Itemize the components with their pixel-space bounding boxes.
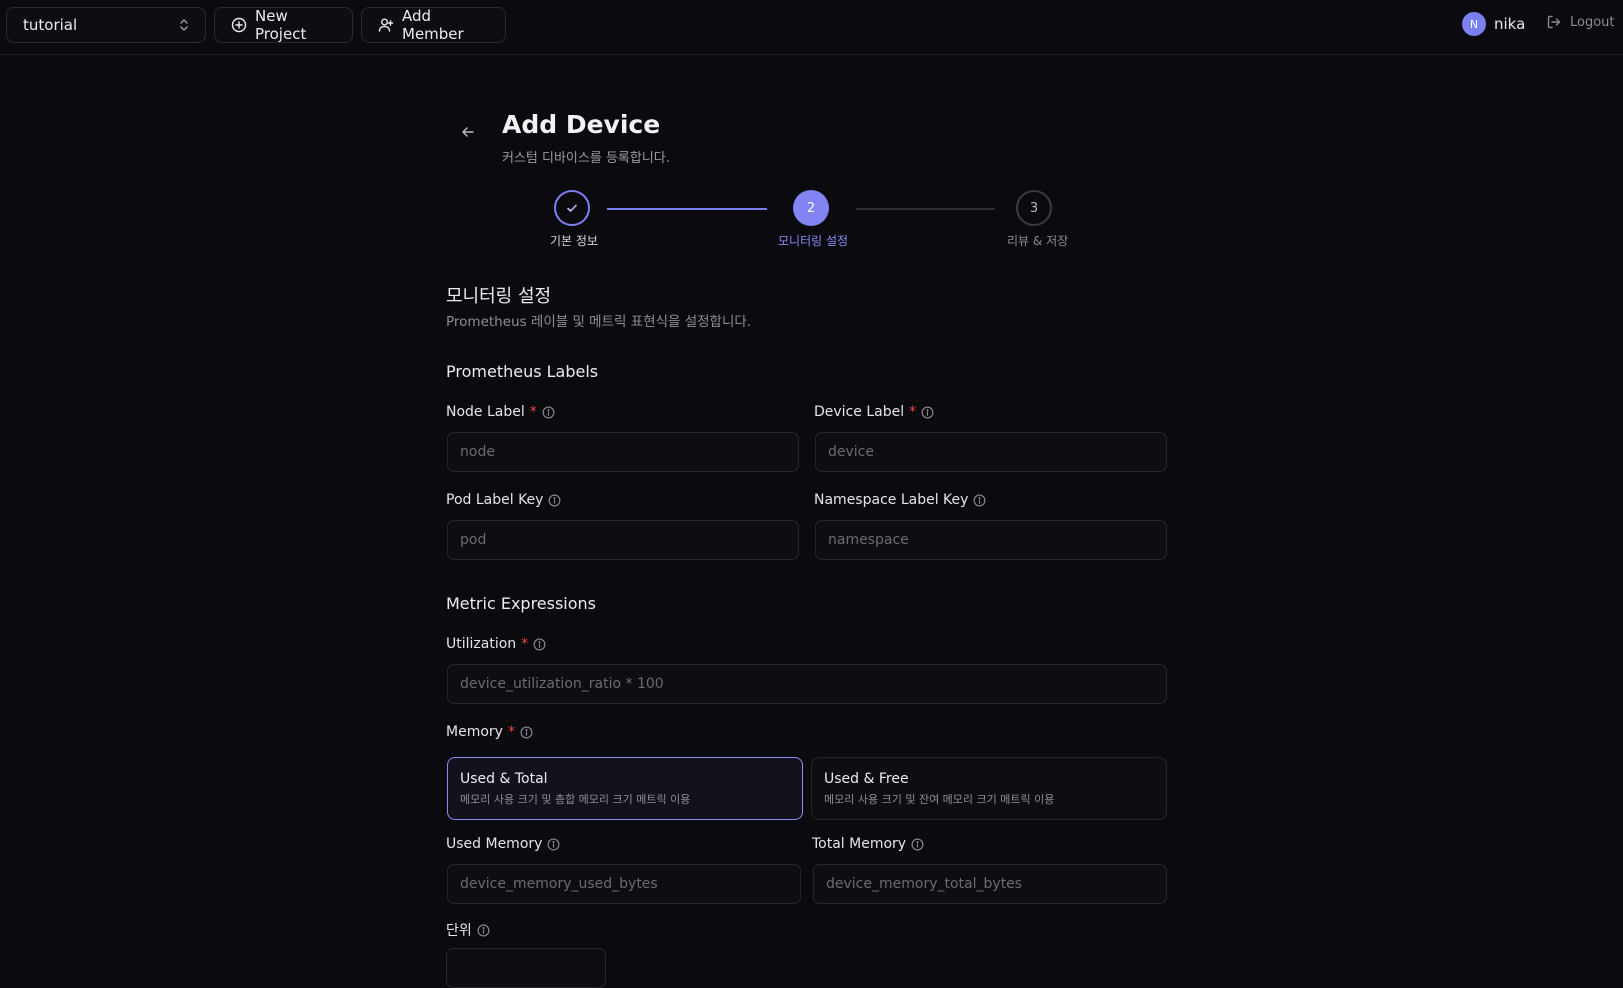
required-marker: * bbox=[521, 636, 529, 652]
info-icon[interactable] bbox=[533, 638, 546, 651]
prometheus-labels-heading: Prometheus Labels bbox=[446, 362, 599, 381]
memory-label: Memory * bbox=[446, 724, 533, 740]
unit-label: 단위 bbox=[446, 920, 490, 940]
info-icon[interactable] bbox=[547, 838, 560, 851]
total-memory-text: Total Memory bbox=[812, 836, 907, 852]
step-connector-2 bbox=[856, 208, 995, 210]
used-memory-text: Used Memory bbox=[446, 836, 543, 852]
memory-option-desc: 메모리 사용 크기 및 총합 메모리 크기 메트릭 이용 bbox=[460, 793, 691, 806]
step-1-label: 기본 정보 bbox=[550, 234, 598, 248]
pod-label-key-input[interactable] bbox=[447, 520, 799, 560]
used-memory-label: Used Memory bbox=[446, 836, 560, 852]
info-icon[interactable] bbox=[911, 838, 924, 851]
user-plus-icon bbox=[378, 17, 394, 33]
utilization-label: Utilization * bbox=[446, 636, 546, 652]
user-name: nika bbox=[1494, 15, 1526, 33]
user-menu[interactable]: N nika bbox=[1462, 12, 1525, 36]
device-label-text: Device Label bbox=[814, 404, 905, 420]
new-project-label: New Project bbox=[255, 7, 307, 43]
device-label-label: Device Label * bbox=[814, 404, 934, 420]
info-icon[interactable] bbox=[921, 406, 934, 419]
project-name: tutorial bbox=[23, 16, 78, 34]
namespace-label-key-text: Namespace Label Key bbox=[814, 492, 969, 508]
step-2-circle[interactable]: 2 bbox=[793, 190, 829, 226]
chevron-up-down-icon bbox=[177, 18, 191, 32]
utilization-input[interactable] bbox=[447, 664, 1167, 704]
info-icon[interactable] bbox=[548, 494, 561, 507]
required-marker: * bbox=[529, 404, 537, 420]
node-label-input[interactable] bbox=[447, 432, 799, 472]
namespace-label-key-input[interactable] bbox=[815, 520, 1167, 560]
unit-text: 단위 bbox=[446, 923, 472, 939]
page-subtitle: 커스텀 디바이스를 등록합니다. bbox=[502, 151, 670, 166]
logout-icon bbox=[1546, 14, 1562, 30]
section-title: 모니터링 설정 bbox=[446, 286, 552, 307]
step-1-circle[interactable] bbox=[554, 190, 590, 226]
metric-expressions-heading: Metric Expressions bbox=[446, 594, 597, 613]
device-label-input[interactable] bbox=[815, 432, 1167, 472]
node-label-label: Node Label * bbox=[446, 404, 555, 420]
page-title: Add Device bbox=[502, 110, 661, 139]
memory-option-used-total[interactable]: Used & Total 메모리 사용 크기 및 총합 메모리 크기 메트릭 이… bbox=[447, 757, 803, 820]
pod-label-key-label: Pod Label Key bbox=[446, 492, 561, 508]
project-selector[interactable]: tutorial bbox=[6, 7, 206, 43]
node-label-text: Node Label bbox=[446, 404, 525, 420]
new-project-button[interactable]: New Project bbox=[214, 7, 353, 43]
pod-label-key-text: Pod Label Key bbox=[446, 492, 544, 508]
step-3-label: 리뷰 & 저장 bbox=[1007, 234, 1069, 248]
total-memory-label: Total Memory bbox=[812, 836, 924, 852]
step-3-circle[interactable]: 3 bbox=[1016, 190, 1052, 226]
info-icon[interactable] bbox=[973, 494, 986, 507]
unit-select[interactable] bbox=[446, 948, 606, 988]
memory-option-desc: 메모리 사용 크기 및 잔여 메모리 크기 메트릭 이용 bbox=[824, 793, 1055, 806]
info-icon[interactable] bbox=[542, 406, 555, 419]
utilization-text: Utilization bbox=[446, 636, 517, 652]
avatar: N bbox=[1462, 12, 1486, 36]
section-subtitle: Prometheus 레이블 및 메트릭 표현식을 설정합니다. bbox=[446, 314, 752, 330]
memory-option-title: Used & Total bbox=[460, 771, 548, 787]
used-memory-input[interactable] bbox=[447, 864, 801, 904]
logout-button[interactable]: Logout bbox=[1546, 14, 1615, 30]
namespace-label-key-label: Namespace Label Key bbox=[814, 492, 986, 508]
total-memory-input[interactable] bbox=[813, 864, 1167, 904]
required-marker: * bbox=[507, 724, 515, 740]
back-arrow-icon[interactable] bbox=[460, 124, 476, 144]
plus-circle-icon bbox=[231, 17, 247, 33]
logout-label: Logout bbox=[1570, 14, 1615, 30]
step-connector-1 bbox=[607, 208, 767, 210]
add-member-label: Add Member bbox=[402, 7, 464, 43]
info-icon[interactable] bbox=[520, 726, 533, 739]
add-member-button[interactable]: Add Member bbox=[361, 7, 506, 43]
memory-text: Memory bbox=[446, 724, 503, 740]
step-2-label: 모니터링 설정 bbox=[778, 234, 849, 248]
memory-option-used-free[interactable]: Used & Free 메모리 사용 크기 및 잔여 메모리 크기 메트릭 이용 bbox=[811, 757, 1167, 820]
top-bar: tutorial New Project Add Member N nika L… bbox=[0, 0, 1623, 55]
memory-option-title: Used & Free bbox=[824, 771, 909, 787]
required-marker: * bbox=[909, 404, 917, 420]
check-icon bbox=[565, 201, 579, 215]
info-icon[interactable] bbox=[477, 924, 490, 937]
